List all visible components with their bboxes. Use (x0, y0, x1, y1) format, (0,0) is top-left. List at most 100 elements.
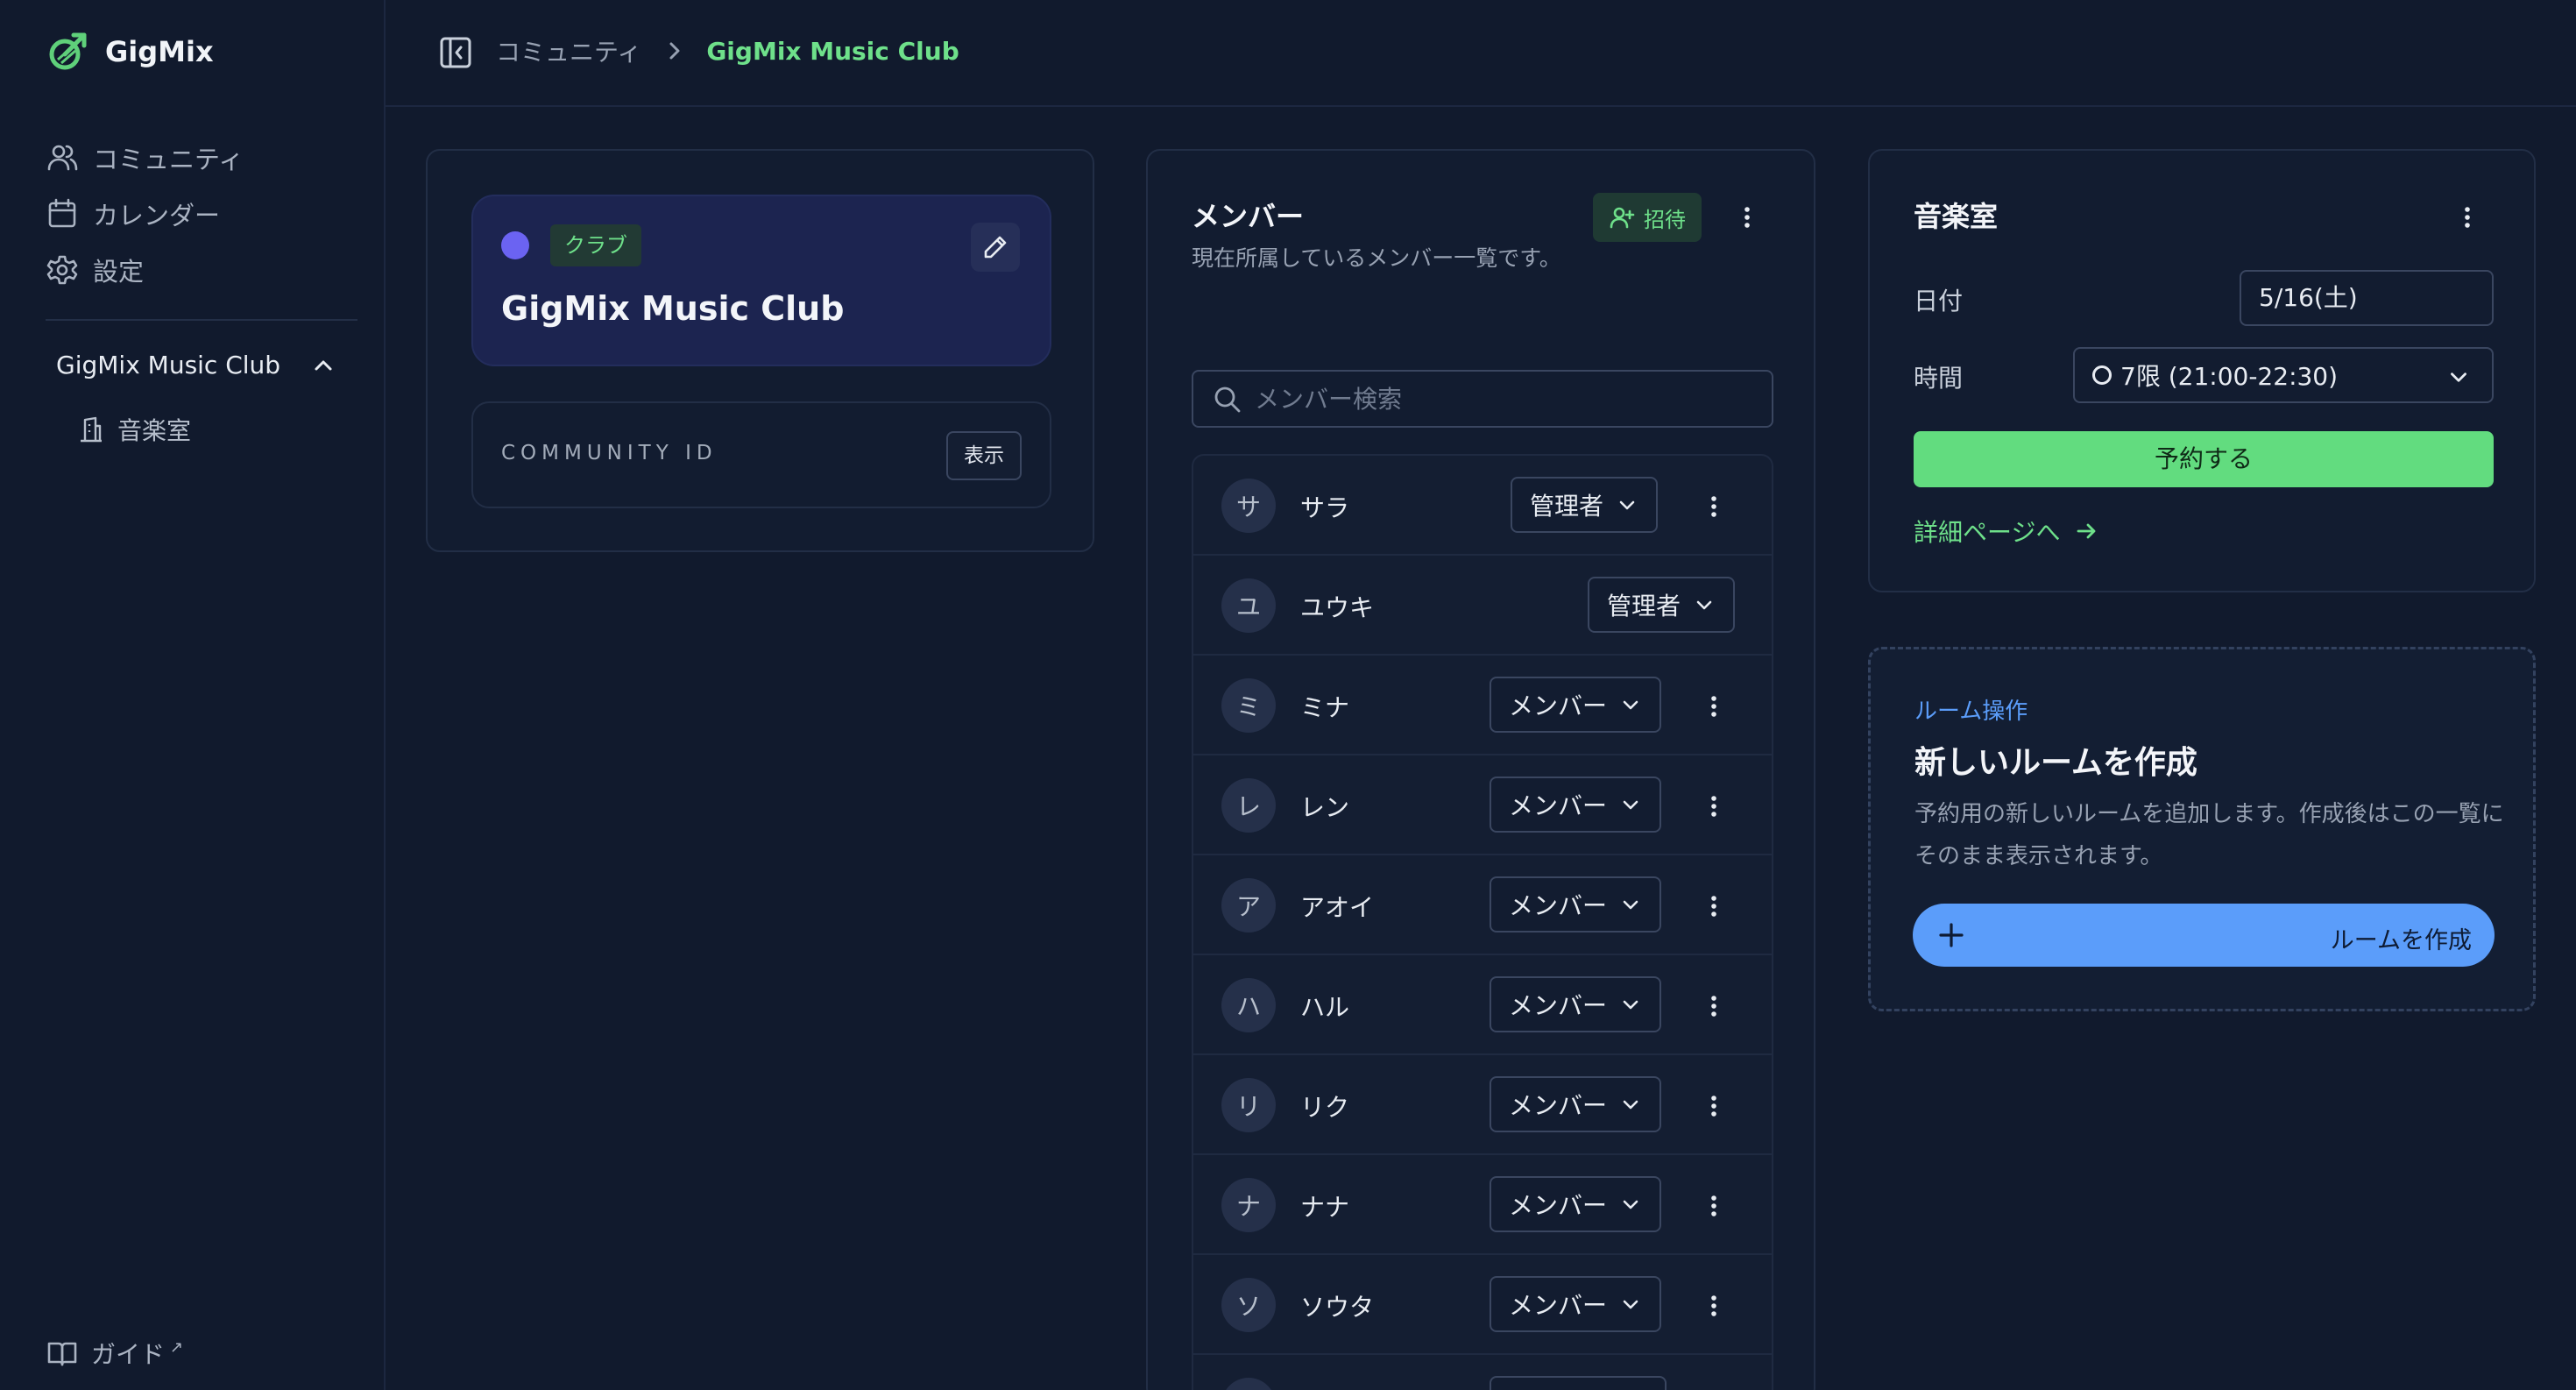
club-color-dot (501, 231, 529, 259)
room-ops-description: 予約用の新しいルームを追加します。作成後はこの一覧にそのまま表示されます。 (1914, 801, 2504, 869)
member-row: ハ ハル メンバー (1193, 955, 1772, 1055)
member-row: サ サラ 管理者 (1193, 456, 1772, 556)
avatar: リ (1221, 1078, 1276, 1132)
more-vertical-icon (1711, 1195, 1716, 1216)
role-select[interactable]: 管理者 (1511, 477, 1659, 533)
role-select[interactable]: メンバー (1490, 1276, 1662, 1332)
member-name: アオイ (1300, 893, 1375, 922)
avatar: ユ (1221, 578, 1276, 633)
nav-item-community[interactable]: コミュニティ (46, 130, 244, 186)
chevron-down-icon (1623, 1100, 1638, 1110)
avatar: サ (1221, 479, 1276, 533)
members-description: 現在所属しているメンバー一覧です。 (1192, 245, 1561, 271)
sidebar-toggle-icon[interactable] (438, 35, 473, 70)
member-row: ユ ユウキ 管理者 (1193, 556, 1772, 656)
member-row: ミ ミナ メンバー (1193, 656, 1772, 755)
building-icon (81, 416, 102, 443)
role-value: メンバー (1509, 691, 1608, 720)
time-label: 時間 (1914, 364, 1964, 393)
member-search (1192, 370, 1773, 428)
breadcrumb-community[interactable]: コミュニティ (496, 33, 641, 68)
nav-item-label: カレンダー (93, 201, 221, 230)
members-menu-button[interactable] (1730, 200, 1765, 235)
member-name: サラ (1300, 493, 1350, 522)
sidebar-divider (46, 319, 357, 321)
room-ops-title: 新しいルームを作成 (1914, 745, 2197, 781)
edit-club-button[interactable] (971, 223, 1020, 272)
role-select[interactable]: メンバー (1490, 876, 1662, 933)
member-name: ナナ (1300, 1193, 1350, 1222)
club-summary: クラブ GigMix Music Club (471, 195, 1051, 366)
nav-item-calendar[interactable]: カレンダー (46, 186, 244, 242)
role-select[interactable] (1490, 1376, 1667, 1390)
reserve-button[interactable]: 予約する (1914, 431, 2494, 487)
member-menu-button[interactable] (1696, 1089, 1731, 1124)
avatar: ナ (1221, 1178, 1276, 1232)
member-row: リ リク メンバー (1193, 1055, 1772, 1155)
club-name: GigMix Music Club (501, 289, 845, 328)
app-name: GigMix (105, 35, 214, 68)
plus-icon (1939, 923, 1964, 947)
role-select[interactable]: メンバー (1490, 677, 1662, 733)
role-select[interactable]: メンバー (1490, 1176, 1662, 1232)
nav-item-label: 設定 (93, 257, 145, 287)
chevron-down-icon (1623, 1200, 1638, 1209)
member-name: ソウタ (1300, 1293, 1375, 1322)
role-value: メンバー (1509, 1291, 1608, 1320)
guide-label: ガイド (91, 1340, 166, 1369)
more-vertical-icon (2465, 207, 2470, 228)
date-picker[interactable]: 5/16(土) (2240, 270, 2494, 326)
guide-link[interactable]: ガイド ↗ (46, 1336, 183, 1371)
search-icon (1214, 387, 1241, 413)
room-ops-label: ルーム操作 (1914, 699, 2028, 725)
chevron-down-icon (1619, 500, 1635, 510)
member-menu-button[interactable] (1696, 1188, 1731, 1223)
member-name: レン (1300, 793, 1350, 822)
sidebar-item-music-room[interactable]: 音楽室 (77, 412, 191, 447)
role-value: メンバー (1509, 791, 1608, 820)
member-menu-button[interactable] (1696, 989, 1731, 1024)
nav-item-settings[interactable]: 設定 (46, 242, 244, 298)
member-row: ア アオイ メンバー (1193, 855, 1772, 955)
avatar: レ (1221, 778, 1276, 833)
sidebar-club-toggle[interactable]: GigMix Music Club (56, 351, 336, 379)
role-value: メンバー (1509, 1091, 1608, 1120)
date-label: 日付 (1914, 287, 1964, 316)
time-value: 7限 (21:00-22:30) (2120, 362, 2339, 391)
member-menu-button[interactable] (1696, 689, 1731, 724)
main-nav: コミュニティ カレンダー 設定 (46, 130, 244, 298)
avatar: ミ (1221, 678, 1276, 733)
member-name: ミナ (1300, 693, 1350, 722)
community-id-label: COMMUNITY ID (501, 442, 718, 465)
users-icon (47, 145, 78, 171)
member-menu-button[interactable] (1696, 1288, 1731, 1323)
brand[interactable]: GigMix (46, 30, 214, 74)
role-select[interactable]: メンバー (1490, 777, 1662, 833)
more-vertical-icon (1711, 1096, 1716, 1117)
invite-button[interactable]: 招待 (1593, 193, 1702, 242)
member-menu-button[interactable] (1696, 489, 1731, 524)
role-value: メンバー (1509, 891, 1608, 920)
role-select[interactable]: 管理者 (1588, 577, 1736, 633)
community-id-box: COMMUNITY ID 表示 (471, 401, 1051, 508)
show-community-id-button[interactable]: 表示 (946, 431, 1022, 480)
member-menu-button[interactable] (1696, 789, 1731, 824)
member-search-input[interactable] (1255, 384, 1745, 414)
member-menu-button[interactable] (1696, 889, 1731, 924)
time-select[interactable]: 7限 (21:00-22:30) (2073, 347, 2494, 403)
role-select[interactable]: メンバー (1490, 976, 1662, 1032)
calendar-icon (48, 198, 76, 228)
chevron-down-icon (2451, 372, 2466, 382)
sidebar: GigMix コミュニティ カレンダー 設定 GigMix Music Club… (0, 0, 386, 1390)
external-link-icon: ↗ (170, 1337, 184, 1357)
role-select[interactable]: メンバー (1490, 1076, 1662, 1132)
member-row-partial (1193, 1355, 1772, 1390)
more-vertical-icon (1711, 1295, 1716, 1316)
breadcrumb-current: GigMix Music Club (706, 36, 959, 66)
create-room-button[interactable]: ルームを作成 (1913, 904, 2495, 967)
role-value: メンバー (1509, 991, 1608, 1020)
room-menu-button[interactable] (2450, 200, 2485, 235)
detail-page-link[interactable]: 詳細ページへ (1914, 514, 2098, 549)
top-bar: コミュニティ GigMix Music Club (386, 0, 2576, 107)
chevron-down-icon (1696, 600, 1712, 610)
